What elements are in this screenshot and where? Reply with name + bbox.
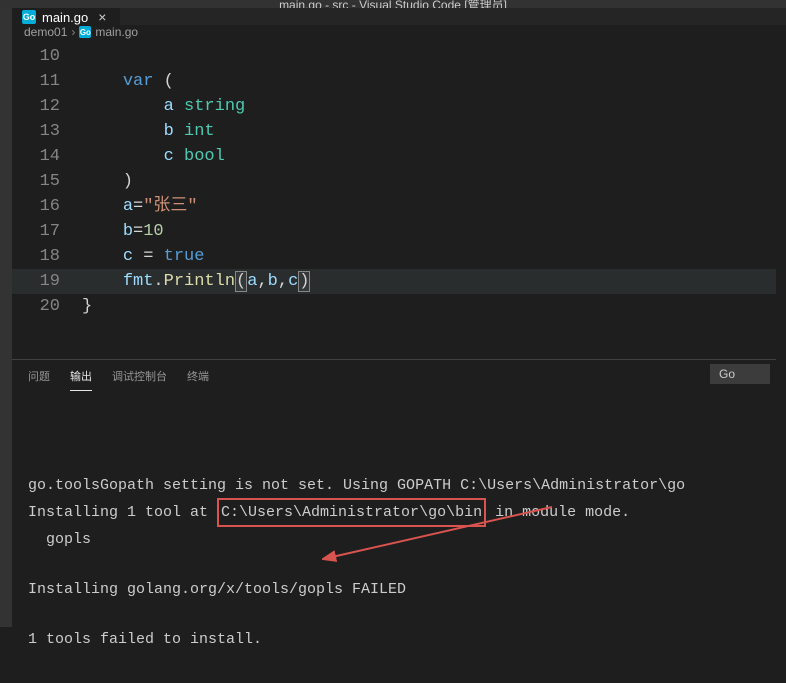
- chevron-right-icon: ›: [71, 25, 75, 39]
- close-icon[interactable]: ×: [94, 9, 110, 25]
- activity-bar[interactable]: [0, 8, 12, 627]
- code-content[interactable]: c = true: [82, 244, 786, 269]
- go-file-icon: Go: [79, 26, 91, 38]
- output-line: Installing golang.org/x/tools/gopls FAIL…: [28, 577, 770, 602]
- line-number: 20: [12, 294, 82, 319]
- code-editor[interactable]: 1011 var (12 a string13 b int14 c bool15…: [12, 40, 786, 359]
- line-number: 19: [12, 269, 82, 294]
- output-line: [28, 552, 770, 577]
- output-line: go.toolsGopath setting is not set. Using…: [28, 473, 770, 498]
- output-line: [28, 652, 770, 677]
- breadcrumb[interactable]: demo01 › Go main.go: [12, 25, 786, 40]
- code-line[interactable]: 19 fmt.Println(a,b,c): [12, 269, 786, 294]
- code-line[interactable]: 15 ): [12, 169, 786, 194]
- line-number: 16: [12, 194, 82, 219]
- breadcrumb-folder[interactable]: demo01: [24, 25, 67, 39]
- code-content[interactable]: [82, 44, 786, 69]
- line-number: 17: [12, 219, 82, 244]
- code-content[interactable]: fmt.Println(a,b,c): [82, 269, 786, 294]
- panel-tab-bar: 问题 输出 调试控制台 终端 Go: [12, 360, 786, 392]
- code-line[interactable]: 18 c = true: [12, 244, 786, 269]
- code-content[interactable]: b=10: [82, 219, 786, 244]
- code-line[interactable]: 20}: [12, 294, 786, 319]
- code-line[interactable]: 13 b int: [12, 119, 786, 144]
- window-title-bar: main.go - src - Visual Studio Code [管理员]: [0, 0, 786, 8]
- output-channel-dropdown[interactable]: Go: [710, 364, 770, 384]
- breadcrumb-file[interactable]: main.go: [95, 25, 138, 39]
- editor-tab-main-go[interactable]: Go main.go ×: [12, 8, 120, 25]
- code-line[interactable]: 16 a="张三": [12, 194, 786, 219]
- line-number: 12: [12, 94, 82, 119]
- panel-tab-terminal[interactable]: 终端: [187, 362, 209, 390]
- code-content[interactable]: ): [82, 169, 786, 194]
- code-content[interactable]: a string: [82, 94, 786, 119]
- output-line: gopls: [28, 527, 770, 552]
- tab-label: main.go: [42, 10, 88, 25]
- code-line[interactable]: 17 b=10: [12, 219, 786, 244]
- code-content[interactable]: }: [82, 294, 786, 319]
- code-line[interactable]: 14 c bool: [12, 144, 786, 169]
- code-content[interactable]: b int: [82, 119, 786, 144]
- code-content[interactable]: a="张三": [82, 194, 786, 219]
- panel-tab-output[interactable]: 输出: [70, 362, 92, 391]
- output-content[interactable]: go.toolsGopath setting is not set. Using…: [12, 392, 786, 683]
- code-content[interactable]: var (: [82, 69, 786, 94]
- output-line: 1 tools failed to install.: [28, 627, 770, 652]
- code-line[interactable]: 12 a string: [12, 94, 786, 119]
- editor-tab-bar: Go main.go ×: [12, 8, 786, 25]
- go-file-icon: Go: [22, 10, 36, 24]
- bottom-panel: 问题 输出 调试控制台 终端 Go go.toolsGopath setting…: [12, 359, 786, 683]
- line-number: 14: [12, 144, 82, 169]
- window-title: main.go - src - Visual Studio Code [管理员]: [279, 0, 507, 8]
- line-number: 13: [12, 119, 82, 144]
- code-line[interactable]: 10: [12, 44, 786, 69]
- panel-tab-debug-console[interactable]: 调试控制台: [112, 362, 167, 390]
- highlighted-path: C:\Users\Administrator\go\bin: [217, 498, 486, 527]
- line-number: 18: [12, 244, 82, 269]
- output-line: [28, 602, 770, 627]
- output-line: Installing 1 tool at C:\Users\Administra…: [28, 498, 770, 527]
- minimap[interactable]: [776, 66, 786, 386]
- code-content[interactable]: c bool: [82, 144, 786, 169]
- line-number: 10: [12, 44, 82, 69]
- code-line[interactable]: 11 var (: [12, 69, 786, 94]
- panel-tab-problems[interactable]: 问题: [28, 362, 50, 390]
- line-number: 15: [12, 169, 82, 194]
- line-number: 11: [12, 69, 82, 94]
